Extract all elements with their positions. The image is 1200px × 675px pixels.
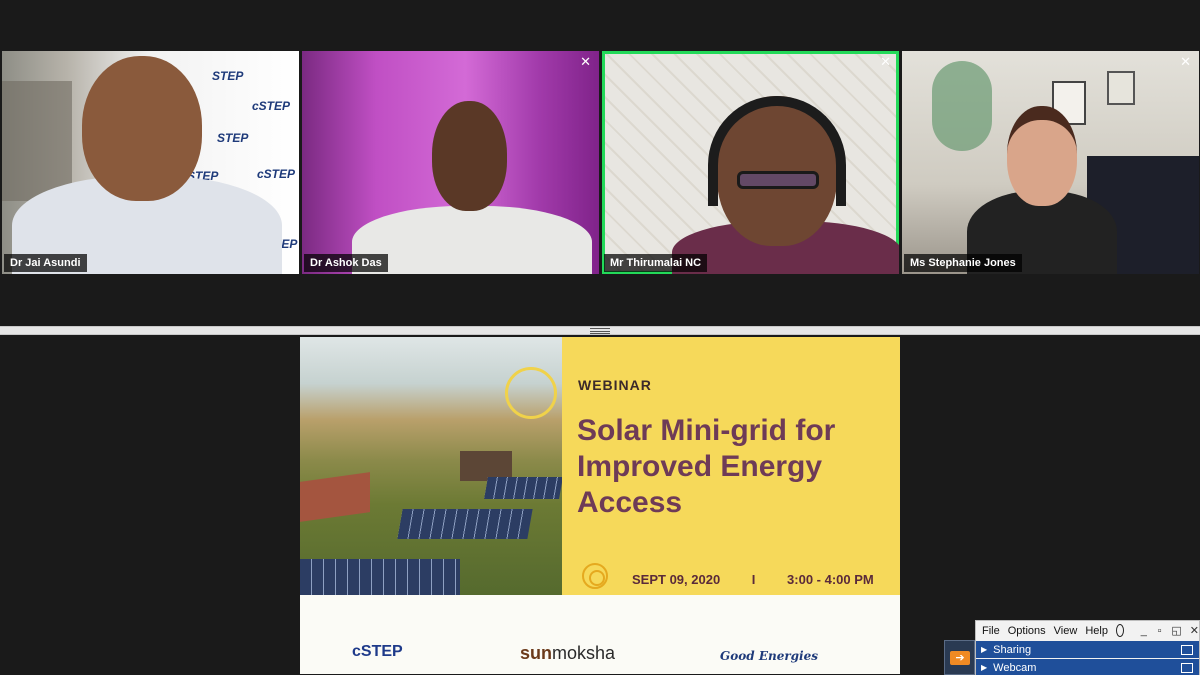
window-frame xyxy=(2,81,72,201)
restore-icon[interactable]: ▫ xyxy=(1156,625,1164,637)
arrow-right-icon[interactable]: ➔ xyxy=(950,651,970,665)
participant-name-label: Mr Thirumalai NC xyxy=(604,254,708,272)
sun-graphic xyxy=(505,367,557,419)
participant-name-label: Dr Ashok Das xyxy=(304,254,388,272)
participant-name-label: Dr Jai Asundi xyxy=(4,254,87,272)
expand-triangle-icon[interactable]: ▶ xyxy=(981,645,987,654)
slide-label: WEBINAR xyxy=(578,377,652,393)
solar-panel xyxy=(300,559,460,595)
video-gallery: STEP cSTEP STEP cSTEP STEP TEP Dr Jai As… xyxy=(0,0,1200,327)
menu-help[interactable]: Help xyxy=(1085,625,1108,637)
slide-time: 3:00 - 4:00 PM xyxy=(787,572,874,587)
participant-head xyxy=(1007,106,1077,206)
meeting-window: STEP cSTEP STEP cSTEP STEP TEP Dr Jai As… xyxy=(0,0,1200,675)
slide-date-time: SEPT 09, 2020 I 3:00 - 4:00 PM xyxy=(632,572,874,587)
splitter-grip-icon[interactable] xyxy=(590,328,610,334)
video-tile-stephanie-jones[interactable]: ✕ Ms Stephanie Jones xyxy=(902,51,1199,274)
participant-head xyxy=(432,101,507,211)
backdrop-step-logo: cSTEP xyxy=(252,99,291,113)
menu-file[interactable]: File xyxy=(982,625,1000,637)
solar-panel xyxy=(484,477,562,499)
video-tile-ashok-das[interactable]: ✕ Dr Ashok Das xyxy=(302,51,599,274)
wall-art xyxy=(932,61,992,151)
solar-farm-photo xyxy=(300,337,562,595)
control-panel-toggle[interactable]: ➔ xyxy=(944,640,975,675)
shared-screen: WEBINAR Solar Mini-grid for Improved Ene… xyxy=(300,337,900,674)
video-tile-jai-asundi[interactable]: STEP cSTEP STEP cSTEP STEP TEP Dr Jai As… xyxy=(2,51,299,274)
sunmoksha-logo: sunmoksha xyxy=(520,643,615,664)
sun-icon xyxy=(582,563,608,589)
popout-icon[interactable] xyxy=(1181,644,1193,655)
sunmoksha-logo-moksha: moksha xyxy=(552,643,616,663)
wall-art xyxy=(1107,71,1135,105)
popout-icon[interactable] xyxy=(1181,662,1193,673)
barn-roof xyxy=(300,472,370,522)
menu-options[interactable]: Options xyxy=(1008,625,1046,637)
minimize-icon[interactable]: _ xyxy=(1140,625,1148,637)
panel-row-label: Sharing xyxy=(993,643,1032,656)
video-tile-thirumalai-nc[interactable]: ✕ Mr Thirumalai NC xyxy=(602,51,899,274)
slide-separator: I xyxy=(751,572,756,587)
globe-icon[interactable] xyxy=(1115,624,1124,637)
close-icon[interactable]: ✕ xyxy=(580,54,591,70)
solar-panel xyxy=(397,509,533,539)
panel-row-label: Webcam xyxy=(993,661,1037,674)
close-icon[interactable]: ✕ xyxy=(1180,54,1191,70)
slide-title: Solar Mini-grid for Improved Energy Acce… xyxy=(577,414,836,519)
backdrop-step-logo: STEP xyxy=(212,69,244,83)
close-icon[interactable]: ✕ xyxy=(1190,624,1199,637)
good-energies-logo: Good Energies xyxy=(720,649,818,663)
sunmoksha-logo-sun: sun xyxy=(520,643,553,663)
backdrop-step-logo: cSTEP xyxy=(257,167,296,181)
slide-date: SEPT 09, 2020 xyxy=(632,572,721,587)
panel-row-webcam[interactable]: ▶ Webcam xyxy=(976,659,1199,675)
backdrop-step-logo: STEP xyxy=(217,131,249,145)
cstep-logo: cSTEP xyxy=(352,643,403,660)
layout-splitter[interactable] xyxy=(0,326,1200,335)
close-icon[interactable]: ✕ xyxy=(880,54,891,70)
headphones-icon xyxy=(708,96,846,206)
menu-view[interactable]: View xyxy=(1054,625,1078,637)
panel-row-sharing[interactable]: ▶ Sharing xyxy=(976,641,1199,658)
popout-icon[interactable]: ◱ xyxy=(1171,624,1181,637)
participant-body xyxy=(352,206,592,274)
control-panel: File Options View Help _ ▫ ◱ ✕ ▶ Sharing… xyxy=(975,620,1200,675)
participant-name-label: Ms Stephanie Jones xyxy=(904,254,1022,272)
expand-triangle-icon[interactable]: ▶ xyxy=(981,663,987,672)
participant-head xyxy=(82,56,202,201)
glasses-icon xyxy=(737,171,819,189)
control-panel-menu: File Options View Help _ ▫ ◱ ✕ xyxy=(976,621,1199,640)
